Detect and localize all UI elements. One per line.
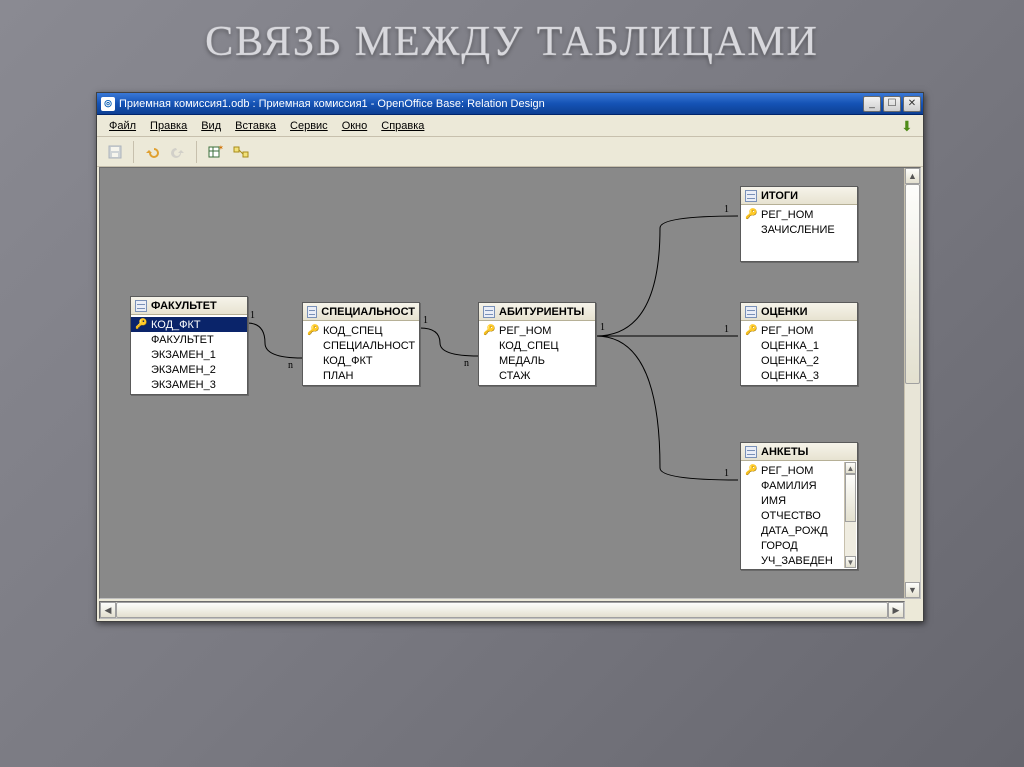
- menu-help[interactable]: Справка: [375, 120, 430, 132]
- menu-file[interactable]: Файл: [103, 120, 142, 132]
- table-itogi[interactable]: ИТОГИ 🔑РЕГ_НОМ 🔑ЗАЧИСЛЕНИЕ: [740, 186, 858, 262]
- add-table-button[interactable]: ✶: [203, 140, 227, 164]
- table-ocenki[interactable]: ОЦЕНКИ 🔑РЕГ_НОМ 🔑ОЦЕНКА_1 🔑ОЦЕНКА_2 🔑ОЦЕ…: [740, 302, 858, 386]
- svg-text:1: 1: [724, 204, 729, 215]
- key-icon: 🔑: [745, 325, 757, 336]
- canvas-vscrollbar[interactable]: ▲ ▼: [904, 168, 920, 598]
- svg-text:✶: ✶: [218, 144, 223, 152]
- table-title: СПЕЦИАЛЬНОСТ: [321, 306, 415, 318]
- table-specialnost[interactable]: СПЕЦИАЛЬНОСТ 🔑КОД_СПЕЦ 🔑СПЕЦИАЛЬНОСТ 🔑КО…: [302, 302, 420, 386]
- field-row[interactable]: 🔑ПЛАН: [303, 368, 419, 383]
- scroll-thumb[interactable]: [845, 474, 856, 522]
- table-ankety[interactable]: АНКЕТЫ 🔑РЕГ_НОМ 🔑ФАМИЛИЯ 🔑ИМЯ 🔑ОТЧЕСТВО …: [740, 442, 858, 570]
- svg-text:1: 1: [724, 468, 729, 479]
- scroll-down-icon[interactable]: ▼: [905, 582, 920, 598]
- table-fakultet[interactable]: ФАКУЛЬТЕТ 🔑КОД_ФКТ 🔑ФАКУЛЬТЕТ 🔑ЭКЗАМЕН_1…: [130, 296, 248, 395]
- key-icon: 🔑: [483, 325, 495, 336]
- svg-text:1: 1: [724, 324, 729, 335]
- key-icon: 🔑: [745, 465, 757, 476]
- field-row[interactable]: 🔑УЧ_ЗАВЕДЕН: [741, 553, 844, 568]
- field-row[interactable]: 🔑КОД_СПЕЦ: [303, 323, 419, 338]
- field-row[interactable]: 🔑ФАКУЛЬТЕТ: [131, 332, 247, 347]
- add-relation-button[interactable]: [229, 140, 253, 164]
- field-row[interactable]: 🔑РЕГ_НОМ: [741, 463, 844, 478]
- table-icon: [135, 300, 147, 312]
- table-title: ОЦЕНКИ: [761, 306, 808, 318]
- key-icon: 🔑: [307, 325, 319, 336]
- menu-window[interactable]: Окно: [336, 120, 374, 132]
- app-icon: ◎: [101, 97, 115, 111]
- key-icon: 🔑: [745, 209, 757, 220]
- menu-view[interactable]: Вид: [195, 120, 227, 132]
- scroll-up-icon[interactable]: ▲: [905, 168, 920, 184]
- svg-text:1: 1: [250, 310, 255, 321]
- slide-title: СВЯЗЬ МЕЖДУ ТАБЛИЦАМИ: [0, 0, 1024, 72]
- field-row[interactable]: 🔑ГОРОД: [741, 538, 844, 553]
- svg-text:n: n: [464, 358, 469, 369]
- field-row[interactable]: 🔑ЭКЗАМЕН_2: [131, 362, 247, 377]
- table-title: АНКЕТЫ: [761, 446, 808, 458]
- table-icon: [745, 306, 757, 318]
- svg-text:1: 1: [600, 322, 605, 333]
- field-row: [741, 237, 857, 259]
- menubar: Файл Правка Вид Вставка Сервис Окно Спра…: [97, 115, 923, 137]
- undo-button[interactable]: [140, 140, 164, 164]
- table-title: ИТОГИ: [761, 190, 798, 202]
- field-row[interactable]: 🔑ОЦЕНКА_1: [741, 338, 857, 353]
- scroll-thumb[interactable]: [905, 184, 920, 384]
- relation-canvas[interactable]: 1 n 1 n 1 1 1 1 ФАКУЛЬТЕТ 🔑КОД_ФКТ: [100, 168, 920, 598]
- menu-tools[interactable]: Сервис: [284, 120, 334, 132]
- table-icon: [307, 306, 317, 318]
- save-button[interactable]: [103, 140, 127, 164]
- scroll-up-icon[interactable]: ▲: [845, 462, 856, 474]
- relation-canvas-wrap: 1 n 1 n 1 1 1 1 ФАКУЛЬТЕТ 🔑КОД_ФКТ: [99, 167, 921, 599]
- menu-insert[interactable]: Вставка: [229, 120, 282, 132]
- field-row[interactable]: 🔑РЕГ_НОМ: [741, 323, 857, 338]
- table-scrollbar[interactable]: ▲ ▼: [844, 462, 856, 568]
- toolbar: ✶: [97, 137, 923, 167]
- svg-text:n: n: [288, 360, 293, 371]
- field-row[interactable]: 🔑СПЕЦИАЛЬНОСТ: [303, 338, 419, 353]
- field-row[interactable]: 🔑РЕГ_НОМ: [741, 207, 857, 222]
- window-title: Приемная комиссия1.odb : Приемная комисс…: [119, 98, 863, 110]
- minimize-button[interactable]: _: [863, 96, 881, 112]
- table-icon: [745, 190, 757, 202]
- scroll-right-icon[interactable]: ▶: [888, 602, 904, 618]
- key-icon: 🔑: [135, 319, 147, 330]
- table-icon: [483, 306, 495, 318]
- field-row[interactable]: 🔑ОЦЕНКА_2: [741, 353, 857, 368]
- field-row[interactable]: 🔑КОД_СПЕЦ: [479, 338, 595, 353]
- field-row[interactable]: 🔑КОД_ФКТ: [303, 353, 419, 368]
- close-button[interactable]: ✕: [903, 96, 921, 112]
- table-title: ФАКУЛЬТЕТ: [151, 300, 217, 312]
- field-row[interactable]: 🔑ЭКЗАМЕН_3: [131, 377, 247, 392]
- field-row[interactable]: 🔑КОД_ФКТ: [131, 317, 247, 332]
- menu-edit[interactable]: Правка: [144, 120, 193, 132]
- svg-text:1: 1: [423, 315, 428, 326]
- table-icon: [745, 446, 757, 458]
- field-row[interactable]: 🔑ЗАЧИСЛЕНИЕ: [741, 222, 857, 237]
- field-row[interactable]: 🔑ОЦЕНКА_3: [741, 368, 857, 383]
- scroll-down-icon[interactable]: ▼: [845, 556, 856, 568]
- table-title: АБИТУРИЕНТЫ: [499, 306, 584, 318]
- field-row[interactable]: 🔑РЕГ_НОМ: [479, 323, 595, 338]
- field-row[interactable]: 🔑СТАЖ: [479, 368, 595, 383]
- redo-button[interactable]: [166, 140, 190, 164]
- field-row[interactable]: 🔑ФАМИЛИЯ: [741, 478, 844, 493]
- table-abiturienty[interactable]: АБИТУРИЕНТЫ 🔑РЕГ_НОМ 🔑КОД_СПЕЦ 🔑МЕДАЛЬ 🔑…: [478, 302, 596, 386]
- field-row[interactable]: 🔑МЕДАЛЬ: [479, 353, 595, 368]
- field-row[interactable]: 🔑ДАТА_РОЖД: [741, 523, 844, 538]
- maximize-button[interactable]: ☐: [883, 96, 901, 112]
- canvas-hscrollbar[interactable]: ◀ ▶: [99, 601, 905, 619]
- app-window: ◎ Приемная комиссия1.odb : Приемная коми…: [96, 92, 924, 622]
- field-row[interactable]: 🔑ОТЧЕСТВО: [741, 508, 844, 523]
- titlebar[interactable]: ◎ Приемная комиссия1.odb : Приемная коми…: [97, 93, 923, 115]
- field-row[interactable]: 🔑ИМЯ: [741, 493, 844, 508]
- scroll-left-icon[interactable]: ◀: [100, 602, 116, 618]
- download-icon[interactable]: ⬇: [901, 118, 917, 134]
- field-row[interactable]: 🔑ЭКЗАМЕН_1: [131, 347, 247, 362]
- scroll-thumb[interactable]: [116, 602, 888, 618]
